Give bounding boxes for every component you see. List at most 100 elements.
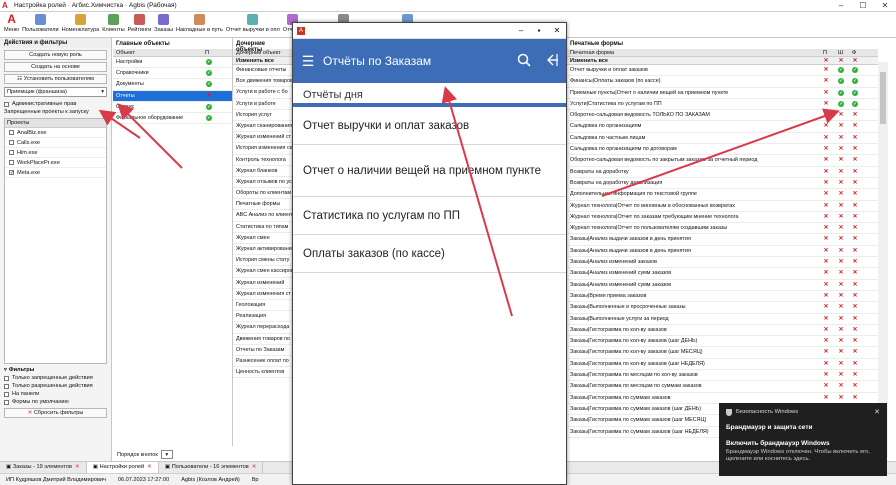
deny-icon[interactable]: ✕ — [852, 248, 858, 254]
deny-icon[interactable]: ✕ — [852, 372, 858, 378]
main-object-row[interactable]: Сервис ✓ — [113, 102, 232, 113]
print-edit-all[interactable]: Изменить все ✕ ✕ ✕ — [567, 57, 878, 65]
deny-icon[interactable]: ✕ — [838, 123, 844, 129]
create-based-button[interactable]: Создать на основе — [4, 62, 107, 72]
project-item[interactable]: ✓ Meta.exe — [5, 168, 106, 178]
deny-icon[interactable]: ✕ — [852, 157, 858, 163]
allow-check-icon[interactable]: ✓ — [838, 78, 844, 85]
print-form-row[interactable]: Приемные пункты|Отчет о наличии вещей на… — [567, 88, 878, 99]
deny-icon[interactable]: ✕ — [823, 349, 829, 355]
deny-icon[interactable]: ✕ — [838, 236, 844, 242]
allow-check-icon[interactable]: ✓ — [838, 100, 844, 107]
print-form-row[interactable]: Возвраты на доработку детализация ✕ ✕ ✕ — [567, 178, 878, 190]
child-object-row[interactable]: Услуги в работе с бо — [233, 87, 292, 99]
deny-icon[interactable]: ✕ — [823, 203, 829, 209]
allow-check-icon[interactable]: ✓ — [852, 78, 858, 85]
deny-icon[interactable]: ✕ — [838, 282, 844, 288]
deny-icon[interactable]: ✕ — [852, 361, 858, 367]
deny-icon[interactable]: ✕ — [838, 293, 844, 299]
deny-icon[interactable]: ✕ — [838, 248, 844, 254]
child-object-row[interactable]: Журнал отзывов по ус — [233, 177, 292, 189]
deny-icon[interactable]: ✕ — [852, 58, 858, 64]
child-object-row[interactable]: История изменения ск — [233, 143, 292, 155]
deny-icon[interactable]: ✕ — [838, 361, 844, 367]
deny-icon[interactable]: ✕ — [852, 135, 858, 141]
print-form-row[interactable]: Заказы|Гистограмма по кол-ву заказов (ша… — [567, 336, 878, 348]
reset-filters-button[interactable]: ✕ Сбросить фильтры — [4, 408, 107, 418]
deny-icon[interactable]: ✕ — [852, 169, 858, 175]
deny-icon[interactable]: ✕ — [838, 395, 844, 401]
allow-check-icon[interactable]: ✓ — [206, 114, 212, 121]
print-form-row[interactable]: Заказы|Анализ выдачи заказов в день прин… — [567, 234, 878, 246]
child-object-row[interactable]: Печатные формы — [233, 199, 292, 211]
print-form-row[interactable]: Оборотно-сальдовая ведомость по закрытым… — [567, 155, 878, 167]
deny-icon[interactable]: ✕ — [852, 180, 858, 186]
child-object-row[interactable]: ABC Анализ по клиент — [233, 210, 292, 222]
child-object-row[interactable]: Все движения товаров — [233, 76, 292, 88]
project-item[interactable]: AnalBiz.exe — [5, 128, 106, 138]
close-icon[interactable]: ✕ — [147, 464, 152, 470]
print-forms-scrollbar[interactable] — [878, 62, 888, 458]
deny-icon[interactable]: ✕ — [838, 146, 844, 152]
allow-check-icon[interactable]: ✓ — [852, 67, 858, 73]
main-object-row[interactable]: Фискальное оборудование ✓ — [113, 113, 232, 125]
document-tab[interactable]: ▣ Пользователи - 16 элементов ✕ — [159, 462, 264, 473]
child-object-row[interactable]: История смены стату — [233, 255, 292, 267]
deny-icon[interactable]: ✕ — [823, 270, 829, 276]
print-form-row[interactable]: Услуги|Статистика по услугам по ПП ✕ ✓ ✓ — [567, 99, 878, 111]
child-object-row[interactable]: Отчеты по Заказам — [233, 345, 292, 356]
maximize-icon[interactable]: ☐ — [852, 1, 874, 10]
print-form-row[interactable]: Журнал технолога|Отчет по пользователям … — [567, 223, 878, 235]
checkbox-box[interactable]: ✓ — [9, 170, 14, 176]
deny-icon[interactable]: ✕ — [823, 338, 829, 344]
deny-icon[interactable]: ✕ — [852, 349, 858, 355]
deny-icon[interactable]: ✕ — [823, 236, 829, 242]
deny-icon[interactable]: ✕ — [838, 169, 844, 175]
deny-icon[interactable]: ✕ — [838, 270, 844, 276]
print-form-row[interactable]: Заказы|Гистограмма по месяцам по кол-ву … — [567, 370, 878, 382]
deny-icon[interactable]: ✕ — [838, 135, 844, 141]
child-object-row[interactable]: Реализация — [233, 311, 292, 323]
deny-icon[interactable]: ✕ — [823, 372, 829, 378]
ribbon-button[interactable]: Клиенты — [102, 12, 125, 33]
allow-check-icon[interactable]: ✓ — [206, 81, 212, 88]
deny-icon[interactable]: ✕ — [852, 214, 858, 220]
main-object-row[interactable]: Документы ✓ — [113, 79, 232, 91]
child-object-row[interactable]: Журнал изменений — [233, 278, 292, 289]
deny-icon[interactable]: ✕ — [852, 203, 858, 209]
deny-icon[interactable]: ✕ — [852, 225, 858, 231]
print-form-row[interactable]: Возвраты на доработку ✕ ✕ ✕ — [567, 167, 878, 178]
install-users-button[interactable]: ☷ Установить пользователям — [4, 74, 107, 84]
allow-check-icon[interactable]: ✓ — [838, 89, 844, 96]
deny-icon[interactable]: ✕ — [838, 58, 844, 64]
document-tab[interactable]: ▣ Заказы - 19 элементов ✕ — [0, 462, 87, 473]
print-form-row[interactable]: Заказы|Анализ изменений сумм заказов ✕ ✕ ✕ — [567, 280, 878, 291]
deny-icon[interactable]: ✕ — [823, 146, 829, 152]
deny-icon[interactable]: ✕ — [838, 214, 844, 220]
deny-icon[interactable]: ✕ — [823, 248, 829, 254]
allow-check-icon[interactable]: ✓ — [838, 67, 844, 73]
child-object-row[interactable]: Финансовые отчеты — [233, 65, 292, 77]
deny-icon[interactable]: ✕ — [852, 383, 858, 389]
deny-icon[interactable]: ✕ — [852, 146, 858, 152]
allow-check-icon[interactable]: ✓ — [206, 59, 212, 65]
deny-icon[interactable]: ✕ — [852, 282, 858, 288]
child-object-row[interactable]: Обороты по клиентам — [233, 188, 292, 200]
print-form-row[interactable]: Журнал технолога|Отчет по виновным в обо… — [567, 201, 878, 212]
deny-icon[interactable]: ✕ — [852, 191, 858, 197]
print-form-row[interactable]: Заказы|Анализ изменений заказов ✕ ✕ ✕ — [567, 257, 878, 269]
ribbon-button[interactable]: Заказы — [154, 12, 173, 33]
deny-icon[interactable]: ✕ — [823, 101, 829, 107]
print-form-row[interactable]: Заказы|Анализ изменений сумм заказов ✕ ✕ ✕ — [567, 268, 878, 280]
close-icon[interactable]: ✕ — [874, 408, 880, 416]
order-dropdown[interactable]: ▾ — [160, 450, 173, 459]
print-form-row[interactable]: Сальдовка по организациям по договорам ✕ ✕… — [567, 144, 878, 156]
print-form-row[interactable]: Заказы|Выполненные и просроченные заказы… — [567, 302, 878, 314]
allow-check-icon[interactable]: ✓ — [206, 70, 212, 77]
filter-checkbox[interactable]: На панели — [0, 390, 111, 398]
deny-icon[interactable]: ✕ — [852, 123, 858, 129]
scrollbar-thumb[interactable] — [880, 72, 886, 124]
print-form-row[interactable]: Заказы|Гистограмма по месяцам по суммам … — [567, 381, 878, 393]
mobile-report-item[interactable]: Статистика по услугам по ПП — [293, 197, 566, 235]
deny-icon[interactable]: ✕ — [838, 338, 844, 344]
